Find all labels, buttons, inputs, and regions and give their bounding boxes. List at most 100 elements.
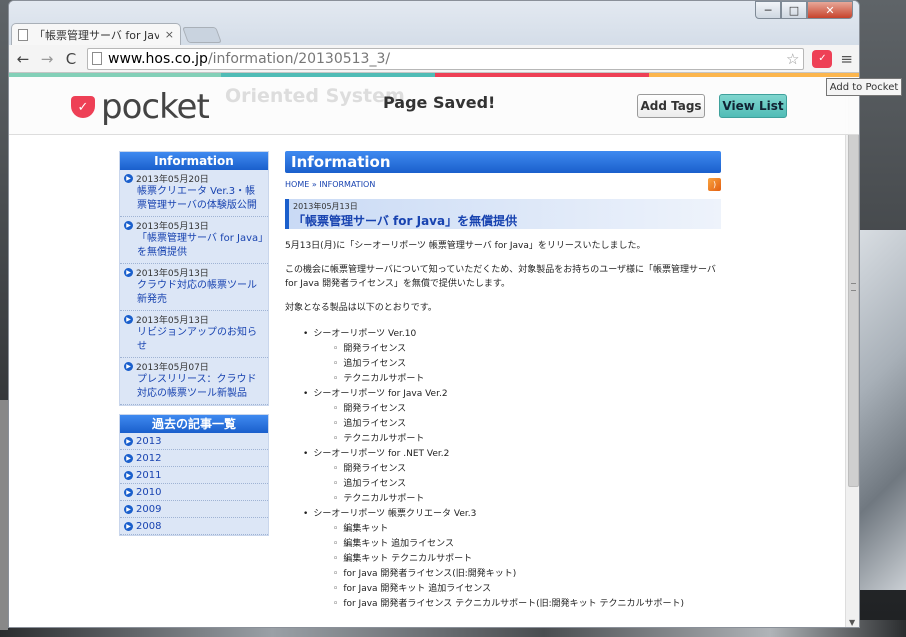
archive-year-link[interactable]: ▶ 2012 <box>120 450 268 467</box>
archive-year-link[interactable]: ▶ 2009 <box>120 501 268 518</box>
product-license-item: 開発ライセンス <box>333 342 721 357</box>
archive-year-link[interactable]: ▶ 2013 <box>120 433 268 450</box>
maximize-button[interactable]: □ <box>781 1 807 19</box>
close-window-button[interactable]: ✕ <box>807 1 853 19</box>
address-bar[interactable]: www.hos.co.jp/information/20130513_3/ ☆ <box>87 47 805 70</box>
arrow-bullet-icon: ▶ <box>124 453 133 463</box>
browser-tab[interactable]: 「帳票管理サーバ for Jav × <box>11 23 181 45</box>
article-header: 2013年05月13日 「帳票管理サーバ for Java」を無償提供 <box>285 199 721 229</box>
news-date: ▶ 2013年05月20日 <box>124 172 264 185</box>
product-item: シーオーリポーツ for .NET Ver.2開発ライセンス追加ライセンステクニ… <box>303 447 721 507</box>
sidebar-news-item[interactable]: ▶ 2013年05月20日 帳票クリエータ Ver.3・帳票管理サーバの体験版公開 <box>120 170 268 217</box>
bookmark-star-icon[interactable]: ☆ <box>786 50 799 68</box>
menu-icon[interactable]: ≡ <box>840 50 853 68</box>
product-license-item: 編集キット 追加ライセンス <box>333 537 721 552</box>
scroll-down-arrow-icon[interactable]: ▼ <box>849 618 855 627</box>
page-icon <box>92 52 102 65</box>
page-viewport: Information ▶ 2013年05月20日 帳票クリエータ Ver.3・帳票… <box>9 73 845 627</box>
rss-icon[interactable]: ) <box>708 178 721 191</box>
product-license-item: 開発ライセンス <box>333 462 721 477</box>
arrow-bullet-icon: ▶ <box>124 487 133 497</box>
product-item: シーオーリポーツ Ver.10開発ライセンス追加ライセンステクニカルサポート <box>303 327 721 387</box>
desktop-background-right <box>860 230 906 590</box>
product-item: シーオーリポーツ for Java Ver.2開発ライセンス追加ライセンステクニ… <box>303 387 721 447</box>
news-date: ▶ 2013年05月13日 <box>124 219 264 232</box>
page-icon <box>18 28 28 41</box>
archive-year-link[interactable]: ▶ 2011 <box>120 467 268 484</box>
main-heading: Information <box>285 151 721 173</box>
arrow-bullet-icon: ▶ <box>124 470 133 480</box>
product-license-item: 追加ライセンス <box>333 417 721 432</box>
breadcrumb: HOME » INFORMATION ) <box>285 178 721 191</box>
sidebar-news-item[interactable]: ▶ 2013年05月13日 「帳票管理サーバ for Java」を無償提供 <box>120 217 268 264</box>
sidebar-news-item[interactable]: ▶ 2013年05月13日 リビジョンアップのお知らせ <box>120 311 268 358</box>
archive-box: 過去の記事一覧 ▶ 2013 ▶ 2012 ▶ 2011 ▶ 2010 ▶ 2009 ▶ 2008 <box>119 414 269 536</box>
tab-close-icon[interactable]: × <box>165 28 174 41</box>
product-license-item: 追加ライセンス <box>333 357 721 372</box>
sidebar-info-title: Information <box>120 152 268 170</box>
article-title: 「帳票管理サーバ for Java」を無償提供 <box>293 214 518 228</box>
reload-icon[interactable]: C <box>63 50 79 68</box>
saved-message: Page Saved! <box>383 93 496 112</box>
product-license-item: 追加ライセンス <box>333 477 721 492</box>
arrow-bullet-icon: ▶ <box>124 315 133 324</box>
web-page: Information ▶ 2013年05月20日 帳票クリエータ Ver.3・帳票… <box>119 137 735 627</box>
pocket-logo: ✓ pocket <box>71 87 210 127</box>
add-to-pocket-tooltip: Add to Pocket <box>826 78 902 96</box>
vertical-scrollbar[interactable]: ▼ <box>845 73 859 627</box>
archive-year-link[interactable]: ▶ 2010 <box>120 484 268 501</box>
color-stripe <box>9 73 221 77</box>
scrollbar-thumb[interactable] <box>848 87 859 487</box>
pocket-logo-icon: ✓ <box>71 96 95 118</box>
arrow-bullet-icon: ▶ <box>124 521 133 531</box>
info-box: Information ▶ 2013年05月20日 帳票クリエータ Ver.3・帳票… <box>119 151 269 406</box>
article-paragraph: 対象となる製品は以下のとおりです。 <box>285 303 437 313</box>
arrow-bullet-icon: ▶ <box>124 174 133 183</box>
main-content: Information HOME » INFORMATION ) 2013年05… <box>285 151 721 612</box>
color-stripe <box>649 73 859 77</box>
browser-toolbar: ← → C www.hos.co.jp/information/20130513… <box>9 45 859 73</box>
product-license-item: テクニカルサポート <box>333 432 721 447</box>
sidebar-news-item[interactable]: ▶ 2013年05月13日 クラウド対応の帳票ツール新発売 <box>120 264 268 311</box>
news-link[interactable]: 帳票クリエータ Ver.3・帳票管理サーバの体験版公開 <box>137 185 264 213</box>
url-path: /information/20130513_3/ <box>207 50 391 67</box>
sidebar-news-item[interactable]: ▶ 2013年05月07日 プレスリリース：クラウド対応の帳票ツール新製品 <box>120 358 268 405</box>
product-list: シーオーリポーツ Ver.10開発ライセンス追加ライセンステクニカルサポートシー… <box>285 327 721 612</box>
view-list-button[interactable]: View List <box>719 94 787 118</box>
arrow-bullet-icon: ▶ <box>124 362 133 371</box>
arrow-bullet-icon: ▶ <box>124 436 133 446</box>
breadcrumb-link[interactable]: HOME » INFORMATION <box>285 180 375 189</box>
news-link[interactable]: 「帳票管理サーバ for Java」を無償提供 <box>137 232 264 260</box>
product-license-item: テクニカルサポート <box>333 492 721 507</box>
article-date: 2013年05月13日 <box>293 202 358 211</box>
back-arrow-icon[interactable]: ← <box>15 50 31 68</box>
product-license-item: for Java 開発者ライセンス(旧:開発キット) <box>333 567 721 582</box>
browser-window: 「帳票管理サーバ for Jav × ─ □ ✕ ← → C www.hos.c… <box>8 0 860 628</box>
pocket-extension-icon[interactable]: ✓ <box>812 49 833 68</box>
news-date: ▶ 2013年05月07日 <box>124 360 264 373</box>
tab-strip: 「帳票管理サーバ for Jav × ─ □ ✕ <box>9 1 859 45</box>
forward-arrow-icon[interactable]: → <box>39 50 55 68</box>
product-license-item: for Java 開発者ライセンス テクニカルサポート(旧:開発キット テクニカ… <box>333 597 721 612</box>
color-stripe <box>435 73 649 77</box>
archive-year-link[interactable]: ▶ 2008 <box>120 518 268 535</box>
product-item: シーオーリポーツ 帳票クリエータ Ver.3編集キット編集キット 追加ライセンス… <box>303 507 721 612</box>
add-tags-button[interactable]: Add Tags <box>637 94 705 118</box>
minimize-button[interactable]: ─ <box>755 1 781 19</box>
new-tab-button[interactable] <box>182 27 222 43</box>
product-license-item: 開発ライセンス <box>333 402 721 417</box>
sidebar: Information ▶ 2013年05月20日 帳票クリエータ Ver.3・帳票… <box>119 151 269 536</box>
news-link[interactable]: クラウド対応の帳票ツール新発売 <box>137 279 264 307</box>
news-link[interactable]: プレスリリース：クラウド対応の帳票ツール新製品 <box>137 373 264 401</box>
arrow-bullet-icon: ▶ <box>124 504 133 514</box>
product-license-item: テクニカルサポート <box>333 372 721 387</box>
color-stripe <box>221 73 435 77</box>
product-license-item: 編集キット <box>333 522 721 537</box>
news-link[interactable]: リビジョンアップのお知らせ <box>137 326 264 354</box>
news-date: ▶ 2013年05月13日 <box>124 313 264 326</box>
article-paragraph: この機会に帳票管理サーバについて知っていただくため、対象製品をお持ちのユーザ様に… <box>285 265 716 289</box>
news-date: ▶ 2013年05月13日 <box>124 266 264 279</box>
tab-title: 「帳票管理サーバ for Jav <box>34 28 159 42</box>
product-license-item: 編集キット テクニカルサポート <box>333 552 721 567</box>
arrow-bullet-icon: ▶ <box>124 221 133 230</box>
